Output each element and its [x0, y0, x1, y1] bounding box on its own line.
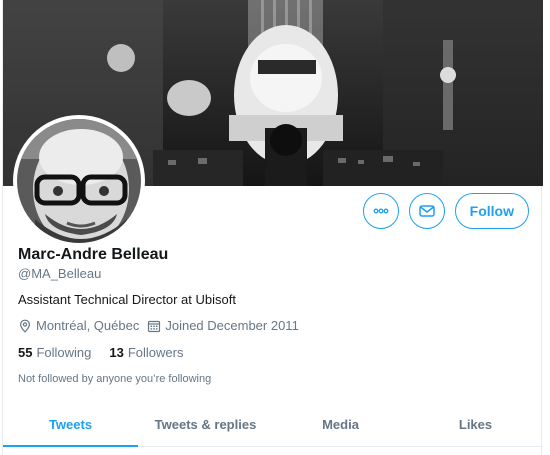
follow-stats: 55 Following 13 Followers: [18, 345, 201, 360]
profile-bio: Assistant Technical Director at Ubisoft: [18, 292, 236, 307]
profile-handle: @MA_Belleau: [18, 266, 102, 281]
join-date: Joined December 2011: [147, 318, 299, 333]
join-date-text: Joined December 2011: [165, 318, 299, 333]
following-count: 55: [18, 345, 33, 360]
location-text: Montréal, Québec: [36, 318, 140, 333]
mail-icon: [418, 205, 435, 217]
profile-meta: Montréal, Québec Joined December 2011: [18, 318, 307, 333]
tab-tweets-replies[interactable]: Tweets & replies: [138, 402, 273, 446]
profile-avatar[interactable]: [13, 115, 145, 247]
calendar-icon: [148, 320, 161, 332]
location: Montréal, Québec: [18, 318, 139, 333]
profile-name: Marc-Andre Belleau: [18, 246, 169, 263]
followers-label: Followers: [127, 345, 184, 360]
location-pin-icon: [19, 319, 31, 333]
more-icon: [373, 208, 389, 214]
profile-card: Follow Marc-Andre Belleau @MA_Belleau As…: [2, 0, 543, 455]
not-followed-note: Not followed by anyone you’re following: [18, 373, 212, 385]
more-button[interactable]: [362, 193, 399, 229]
follow-button[interactable]: Follow: [454, 193, 529, 229]
followers-count: 13: [109, 345, 124, 360]
tab-media[interactable]: Media: [273, 402, 408, 446]
following-label: Following: [36, 345, 92, 360]
followers-link[interactable]: 13 Followers: [109, 345, 183, 360]
following-link[interactable]: 55 Following: [18, 345, 91, 360]
tab-likes[interactable]: Likes: [408, 402, 543, 446]
profile-tabs: Tweets Tweets & replies Media Likes: [3, 402, 543, 447]
tab-tweets[interactable]: Tweets: [3, 402, 138, 447]
profile-actions: Follow: [362, 193, 529, 229]
message-button[interactable]: [408, 193, 445, 229]
